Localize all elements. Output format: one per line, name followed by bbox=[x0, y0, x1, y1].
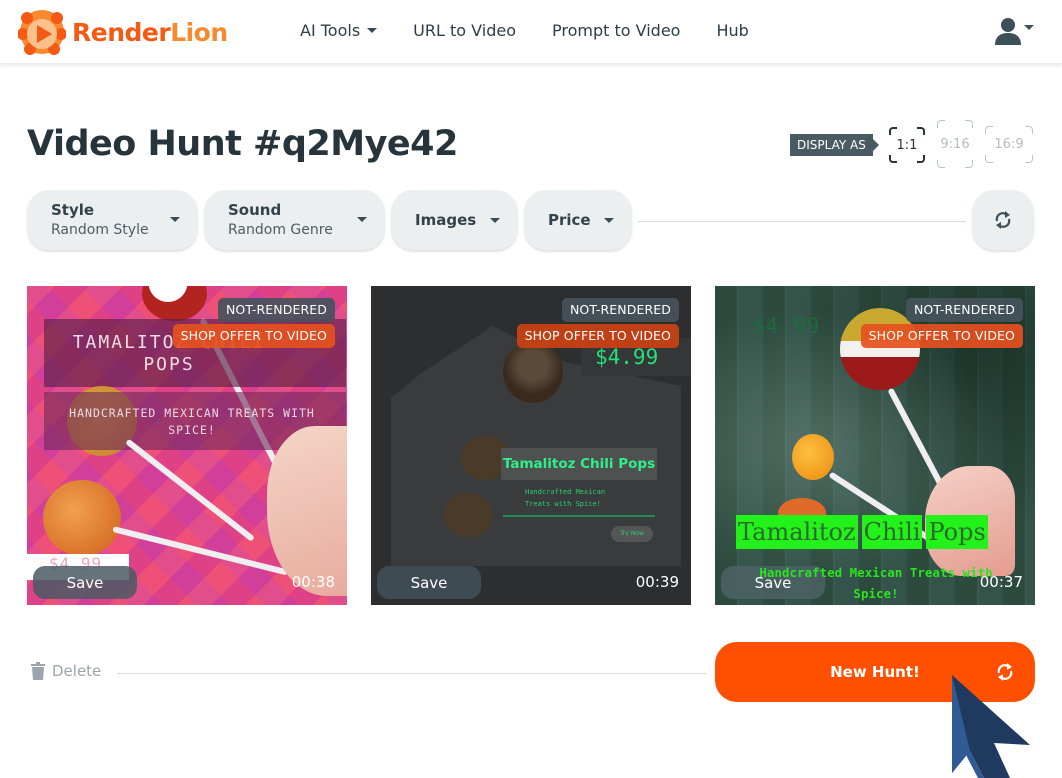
nav-prompt-to-video-label: Prompt to Video bbox=[551, 21, 681, 40]
lollipop-image bbox=[444, 493, 492, 537]
shop-offer-to-video-badge[interactable]: SHOP OFFER TO VIDEO bbox=[172, 324, 335, 348]
not-rendered-badge: NOT-RENDERED bbox=[561, 298, 679, 322]
refresh-filters-button[interactable] bbox=[972, 190, 1034, 250]
divider bbox=[638, 221, 966, 222]
user-menu-button[interactable] bbox=[993, 16, 1034, 46]
divider bbox=[117, 673, 707, 674]
video-card[interactable]: $4.99 Tamalitoz Chili Pops NOT-RENDERED … bbox=[715, 286, 1035, 605]
refresh-icon bbox=[995, 211, 1011, 229]
nav-ai-tools-label: AI Tools bbox=[300, 21, 361, 40]
brand-name-part2: Lion bbox=[170, 17, 228, 47]
caret-down-icon bbox=[357, 217, 367, 222]
nav-hub[interactable]: Hub bbox=[716, 21, 748, 40]
video-card[interactable]: $4.99 Tamalitoz Chili Pops Handcrafted M… bbox=[371, 286, 691, 605]
user-icon bbox=[995, 18, 1021, 45]
brand-name-part1: Render bbox=[72, 17, 171, 47]
frame-corner bbox=[889, 155, 897, 163]
frame-corner bbox=[889, 127, 897, 135]
caret-down-icon bbox=[170, 217, 180, 222]
nav-url-to-video-label: URL to Video bbox=[413, 21, 516, 40]
title-word: Pops bbox=[926, 515, 988, 549]
page-title: Video Hunt #q2Mye42 bbox=[27, 124, 458, 164]
price-overlay: $4.99 bbox=[752, 314, 821, 338]
logo[interactable]: RenderLion bbox=[18, 8, 228, 56]
frame-corner bbox=[917, 127, 925, 135]
save-button[interactable]: Save bbox=[33, 566, 137, 599]
top-nav-bar: RenderLion AI Tools URL to Video Prompt … bbox=[0, 0, 1062, 64]
filter-label: Images bbox=[415, 211, 477, 229]
video-duration: 00:37 bbox=[979, 573, 1023, 591]
video-card[interactable]: TAMALITOZ CHILI POPS HANDCRAFTED MEXICAN… bbox=[27, 286, 347, 605]
video-title-text: Tamalitoz Chili Pops bbox=[736, 515, 988, 549]
lollipop-image bbox=[43, 480, 121, 556]
caret-down-icon bbox=[490, 218, 500, 223]
frame-corner bbox=[937, 160, 945, 168]
video-duration: 00:38 bbox=[291, 573, 335, 591]
frame-corner bbox=[1025, 155, 1033, 163]
shop-offer-to-video-badge[interactable]: SHOP OFFER TO VIDEO bbox=[860, 324, 1023, 348]
frame-corner bbox=[965, 160, 973, 168]
ratio-16-9-label: 16:9 bbox=[994, 137, 1024, 152]
shop-offer-to-video-badge[interactable]: SHOP OFFER TO VIDEO bbox=[516, 324, 679, 348]
filter-label: Style bbox=[51, 201, 95, 219]
ratio-1-1-button[interactable]: 1:1 bbox=[889, 127, 925, 163]
not-rendered-badge: NOT-RENDERED bbox=[217, 298, 335, 322]
lion-play-logo-icon bbox=[18, 10, 66, 55]
nav-ai-tools[interactable]: AI Tools bbox=[300, 21, 378, 40]
filter-label: Price bbox=[548, 211, 591, 229]
try-now-cta: Try Now bbox=[611, 526, 653, 542]
nav-hub-label: Hub bbox=[716, 21, 749, 40]
frame-corner bbox=[985, 126, 993, 134]
video-duration: 00:39 bbox=[635, 573, 679, 591]
frame-corner bbox=[1025, 126, 1033, 134]
price-filter-dropdown[interactable]: Price bbox=[524, 190, 632, 250]
nav-url-to-video[interactable]: URL to Video bbox=[413, 21, 516, 40]
frame-corner bbox=[937, 120, 945, 128]
video-subtitle-text: Handcrafted Mexican Treats with Spice! bbox=[759, 565, 993, 601]
frame-corner bbox=[917, 155, 925, 163]
style-filter-dropdown[interactable]: Style Random Style bbox=[27, 190, 198, 250]
ratio-9-16-button[interactable]: 9:16 bbox=[937, 120, 973, 168]
not-rendered-badge: NOT-RENDERED bbox=[905, 298, 1023, 322]
caret-down-icon bbox=[604, 218, 614, 223]
divider bbox=[503, 515, 655, 517]
subtitle-line: Treats with Spice! bbox=[525, 500, 601, 508]
video-subtitle-text: Handcrafted Mexican Treats with Spice! bbox=[525, 486, 605, 510]
filter-value: Random Style bbox=[51, 222, 149, 238]
ratio-1-1-label: 1:1 bbox=[896, 137, 918, 153]
brand-name: RenderLion bbox=[72, 18, 228, 47]
lollipop-image bbox=[792, 434, 834, 480]
frame-corner bbox=[965, 120, 973, 128]
frame-corner bbox=[985, 155, 993, 163]
title-word: Chili bbox=[861, 515, 923, 549]
delete-button[interactable]: Delete bbox=[31, 662, 101, 680]
ratio-9-16-label: 9:16 bbox=[940, 136, 970, 152]
title-word: Tamalitoz bbox=[736, 515, 858, 549]
filter-label: Sound bbox=[228, 201, 282, 219]
filter-value: Random Genre bbox=[228, 222, 333, 238]
images-filter-dropdown[interactable]: Images bbox=[391, 190, 518, 250]
ratio-16-9-button[interactable]: 16:9 bbox=[985, 126, 1033, 163]
subtitle-line: Handcrafted Mexican bbox=[525, 488, 606, 496]
main-nav: AI Tools URL to Video Prompt to Video Hu… bbox=[300, 21, 785, 40]
mouse-pointer-icon bbox=[952, 675, 1030, 778]
display-as-label: DISPLAY AS bbox=[790, 134, 879, 156]
caret-down-icon bbox=[1024, 25, 1034, 30]
video-subtitle-text: HANDCRAFTED MEXICAN TREATS WITH SPICE! bbox=[69, 406, 315, 437]
trash-icon bbox=[31, 662, 45, 680]
nav-prompt-to-video[interactable]: Prompt to Video bbox=[552, 21, 680, 40]
delete-label: Delete bbox=[52, 662, 102, 680]
lollipop-image bbox=[503, 341, 563, 403]
caret-down-icon bbox=[367, 28, 378, 33]
sound-filter-dropdown[interactable]: Sound Random Genre bbox=[204, 190, 385, 250]
video-title-text: Tamalitoz Chili Pops bbox=[501, 448, 657, 480]
save-button[interactable]: Save bbox=[377, 566, 481, 599]
